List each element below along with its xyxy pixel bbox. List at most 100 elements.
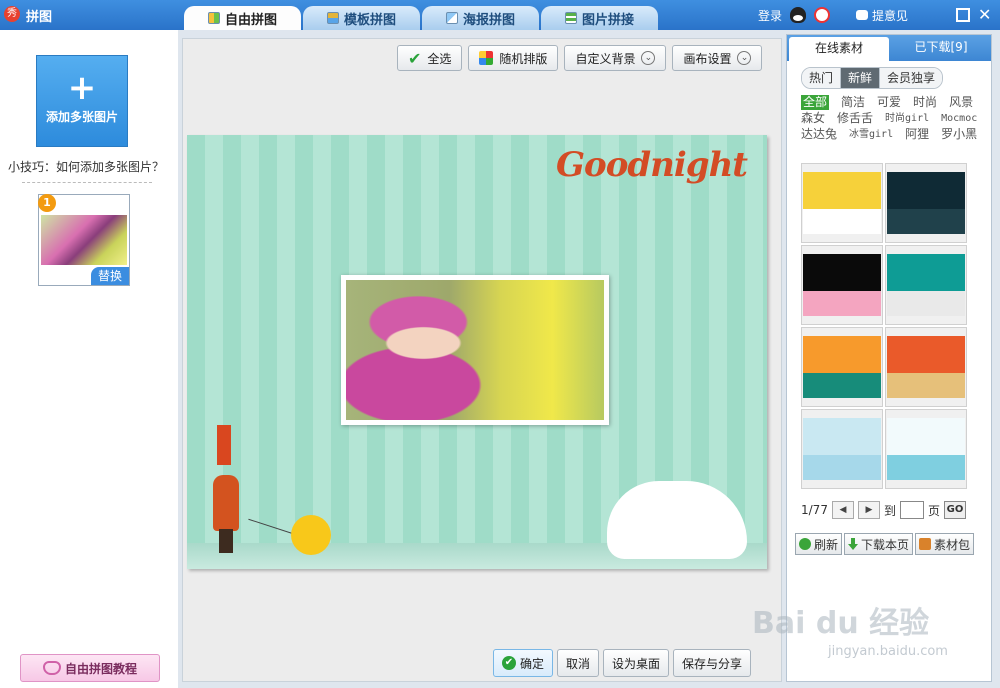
next-page-button[interactable]: ▶ [857, 501, 880, 519]
save-share-button[interactable]: 保存与分享 [673, 649, 752, 677]
hand-icon [42, 661, 61, 675]
person-legs [219, 529, 233, 553]
tag-luoxiaohei[interactable]: 罗小黑 [941, 127, 977, 142]
template-preview [887, 418, 965, 480]
prev-page-button[interactable]: ◀ [831, 501, 854, 519]
tag-ice-girl[interactable]: 冰雪girl [849, 127, 893, 142]
qq-icon[interactable] [789, 7, 806, 23]
goto-label: 到 [883, 503, 896, 518]
poster-collage-icon [445, 12, 458, 24]
tag-scenery[interactable]: 风景 [949, 95, 973, 110]
login-link[interactable]: 登录 [758, 7, 782, 24]
tag-fashion-girl[interactable]: 时尚girl [885, 111, 929, 126]
cart-ball-illustration [291, 515, 331, 555]
weibo-icon[interactable] [813, 7, 830, 23]
divider [22, 182, 152, 183]
download-page-button[interactable]: 下载本页 [844, 533, 914, 555]
tab-label: 自由拼图 [224, 12, 277, 28]
select-all-label: 全选 [427, 51, 452, 66]
custom-background-dropdown[interactable]: 自定义背景 ⌄ [564, 45, 667, 71]
custom-background-label: 自定义背景 [575, 51, 636, 66]
template-item[interactable] [885, 245, 967, 325]
material-pack-button[interactable]: 素材包 [915, 533, 975, 555]
cancel-label: 取消 [566, 656, 591, 671]
canvas-settings-label: 画布设置 [683, 51, 732, 66]
template-preview [887, 254, 965, 316]
package-icon [919, 538, 932, 550]
girl-photo [346, 280, 604, 420]
tag-ali[interactable]: 阿狸 [905, 127, 929, 142]
thumbnail-image [41, 215, 127, 265]
add-images-button[interactable]: + 添加多张图片 [36, 55, 128, 147]
random-layout-button[interactable]: 随机排版 [468, 45, 559, 71]
confirm-label: 确定 [520, 656, 545, 671]
tag-xiusheshe[interactable]: 修舌舌 [837, 111, 873, 126]
random-layout-label: 随机排版 [499, 51, 548, 66]
subtab-new[interactable]: 新鲜 [841, 68, 881, 88]
photo-frame[interactable] [341, 275, 609, 425]
refresh-button[interactable]: 刷新 [795, 533, 843, 555]
save-share-label: 保存与分享 [682, 656, 743, 671]
select-all-button[interactable]: ✔ 全选 [397, 45, 463, 71]
person-illustration [209, 425, 249, 555]
tab-online-materials[interactable]: 在线素材 [789, 37, 889, 61]
image-thumbnail[interactable]: 1 替换 [38, 194, 130, 286]
page-indicator: 1/77 [801, 503, 828, 517]
template-item[interactable] [885, 163, 967, 243]
tag-simple[interactable]: 简洁 [841, 95, 865, 110]
thumbnail-number-badge: 1 [38, 194, 56, 212]
maximize-icon[interactable] [956, 8, 970, 22]
person-hat [217, 425, 231, 465]
close-icon[interactable]: ✕ [978, 7, 994, 23]
polar-bear-illustration [607, 481, 747, 559]
go-button[interactable]: GO [943, 501, 966, 519]
tag-cute[interactable]: 可爱 [877, 95, 901, 110]
material-actions: 刷新 下载本页 素材包 [795, 533, 975, 555]
top-right-controls: 登录 提意见 ✕ [758, 5, 1000, 25]
template-grid [801, 163, 967, 489]
set-desktop-button[interactable]: 设为桌面 [603, 649, 670, 677]
template-item[interactable] [801, 245, 883, 325]
feedback-button[interactable]: 提意见 [855, 7, 908, 24]
tab-downloaded[interactable]: 已下载[9] [891, 35, 991, 61]
cancel-button[interactable]: 取消 [557, 649, 600, 677]
materials-tabs: 在线素材 已下载[9] [787, 35, 991, 61]
tag-fashion[interactable]: 时尚 [913, 95, 937, 110]
tab-poster-collage[interactable]: 海报拼图 [422, 6, 539, 30]
tag-mocmoc[interactable]: Mocmoc [941, 111, 977, 126]
tag-forest-girl[interactable]: 森女 [801, 111, 825, 126]
replace-button[interactable]: 替换 [91, 267, 129, 285]
refresh-icon [799, 538, 811, 550]
template-collage-icon [326, 12, 339, 24]
materials-panel: 在线素材 已下载[9] 热门 新鲜 会员独享 全部 简洁 可爱 时尚 风景 森女… [786, 34, 992, 682]
page-label: 页 [927, 503, 940, 518]
goodnight-graphic: Goodnight [556, 145, 748, 185]
canvas-settings-dropdown[interactable]: 画布设置 ⌄ [672, 45, 763, 71]
tag-dadatu[interactable]: 达达兔 [801, 127, 837, 142]
baidu-watermark-url: jingyan.baidu.com [828, 644, 948, 659]
subtab-vip[interactable]: 会员独享 [880, 68, 943, 88]
tag-all[interactable]: 全部 [801, 95, 830, 110]
dice-icon [479, 51, 494, 65]
tutorial-button[interactable]: 自由拼图教程 [20, 654, 160, 682]
material-subtabs: 热门 新鲜 会员独享 [801, 67, 944, 89]
template-preview [803, 254, 881, 316]
collage-canvas[interactable]: Goodnight [187, 135, 767, 569]
template-item[interactable] [801, 163, 883, 243]
tab-free-collage[interactable]: 自由拼图 [184, 6, 301, 30]
subtab-hot[interactable]: 热门 [802, 68, 842, 88]
chevron-down-icon: ⌄ [641, 51, 656, 65]
template-item[interactable] [801, 409, 883, 489]
tab-template-collage[interactable]: 模板拼图 [303, 6, 420, 30]
page-number-input[interactable] [899, 501, 924, 519]
download-icon [848, 538, 859, 550]
tab-label: 模板拼图 [343, 12, 396, 28]
template-item[interactable] [801, 327, 883, 407]
confirm-button[interactable]: ✔ 确定 [493, 649, 554, 677]
tab-label: 海报拼图 [462, 12, 515, 28]
tab-image-join[interactable]: 图片拼接 [541, 6, 658, 30]
template-item[interactable] [885, 409, 967, 489]
template-item[interactable] [885, 327, 967, 407]
material-pack-label: 素材包 [934, 537, 971, 552]
tip-link[interactable]: 小技巧：如何添加多张图片？ [8, 158, 164, 175]
